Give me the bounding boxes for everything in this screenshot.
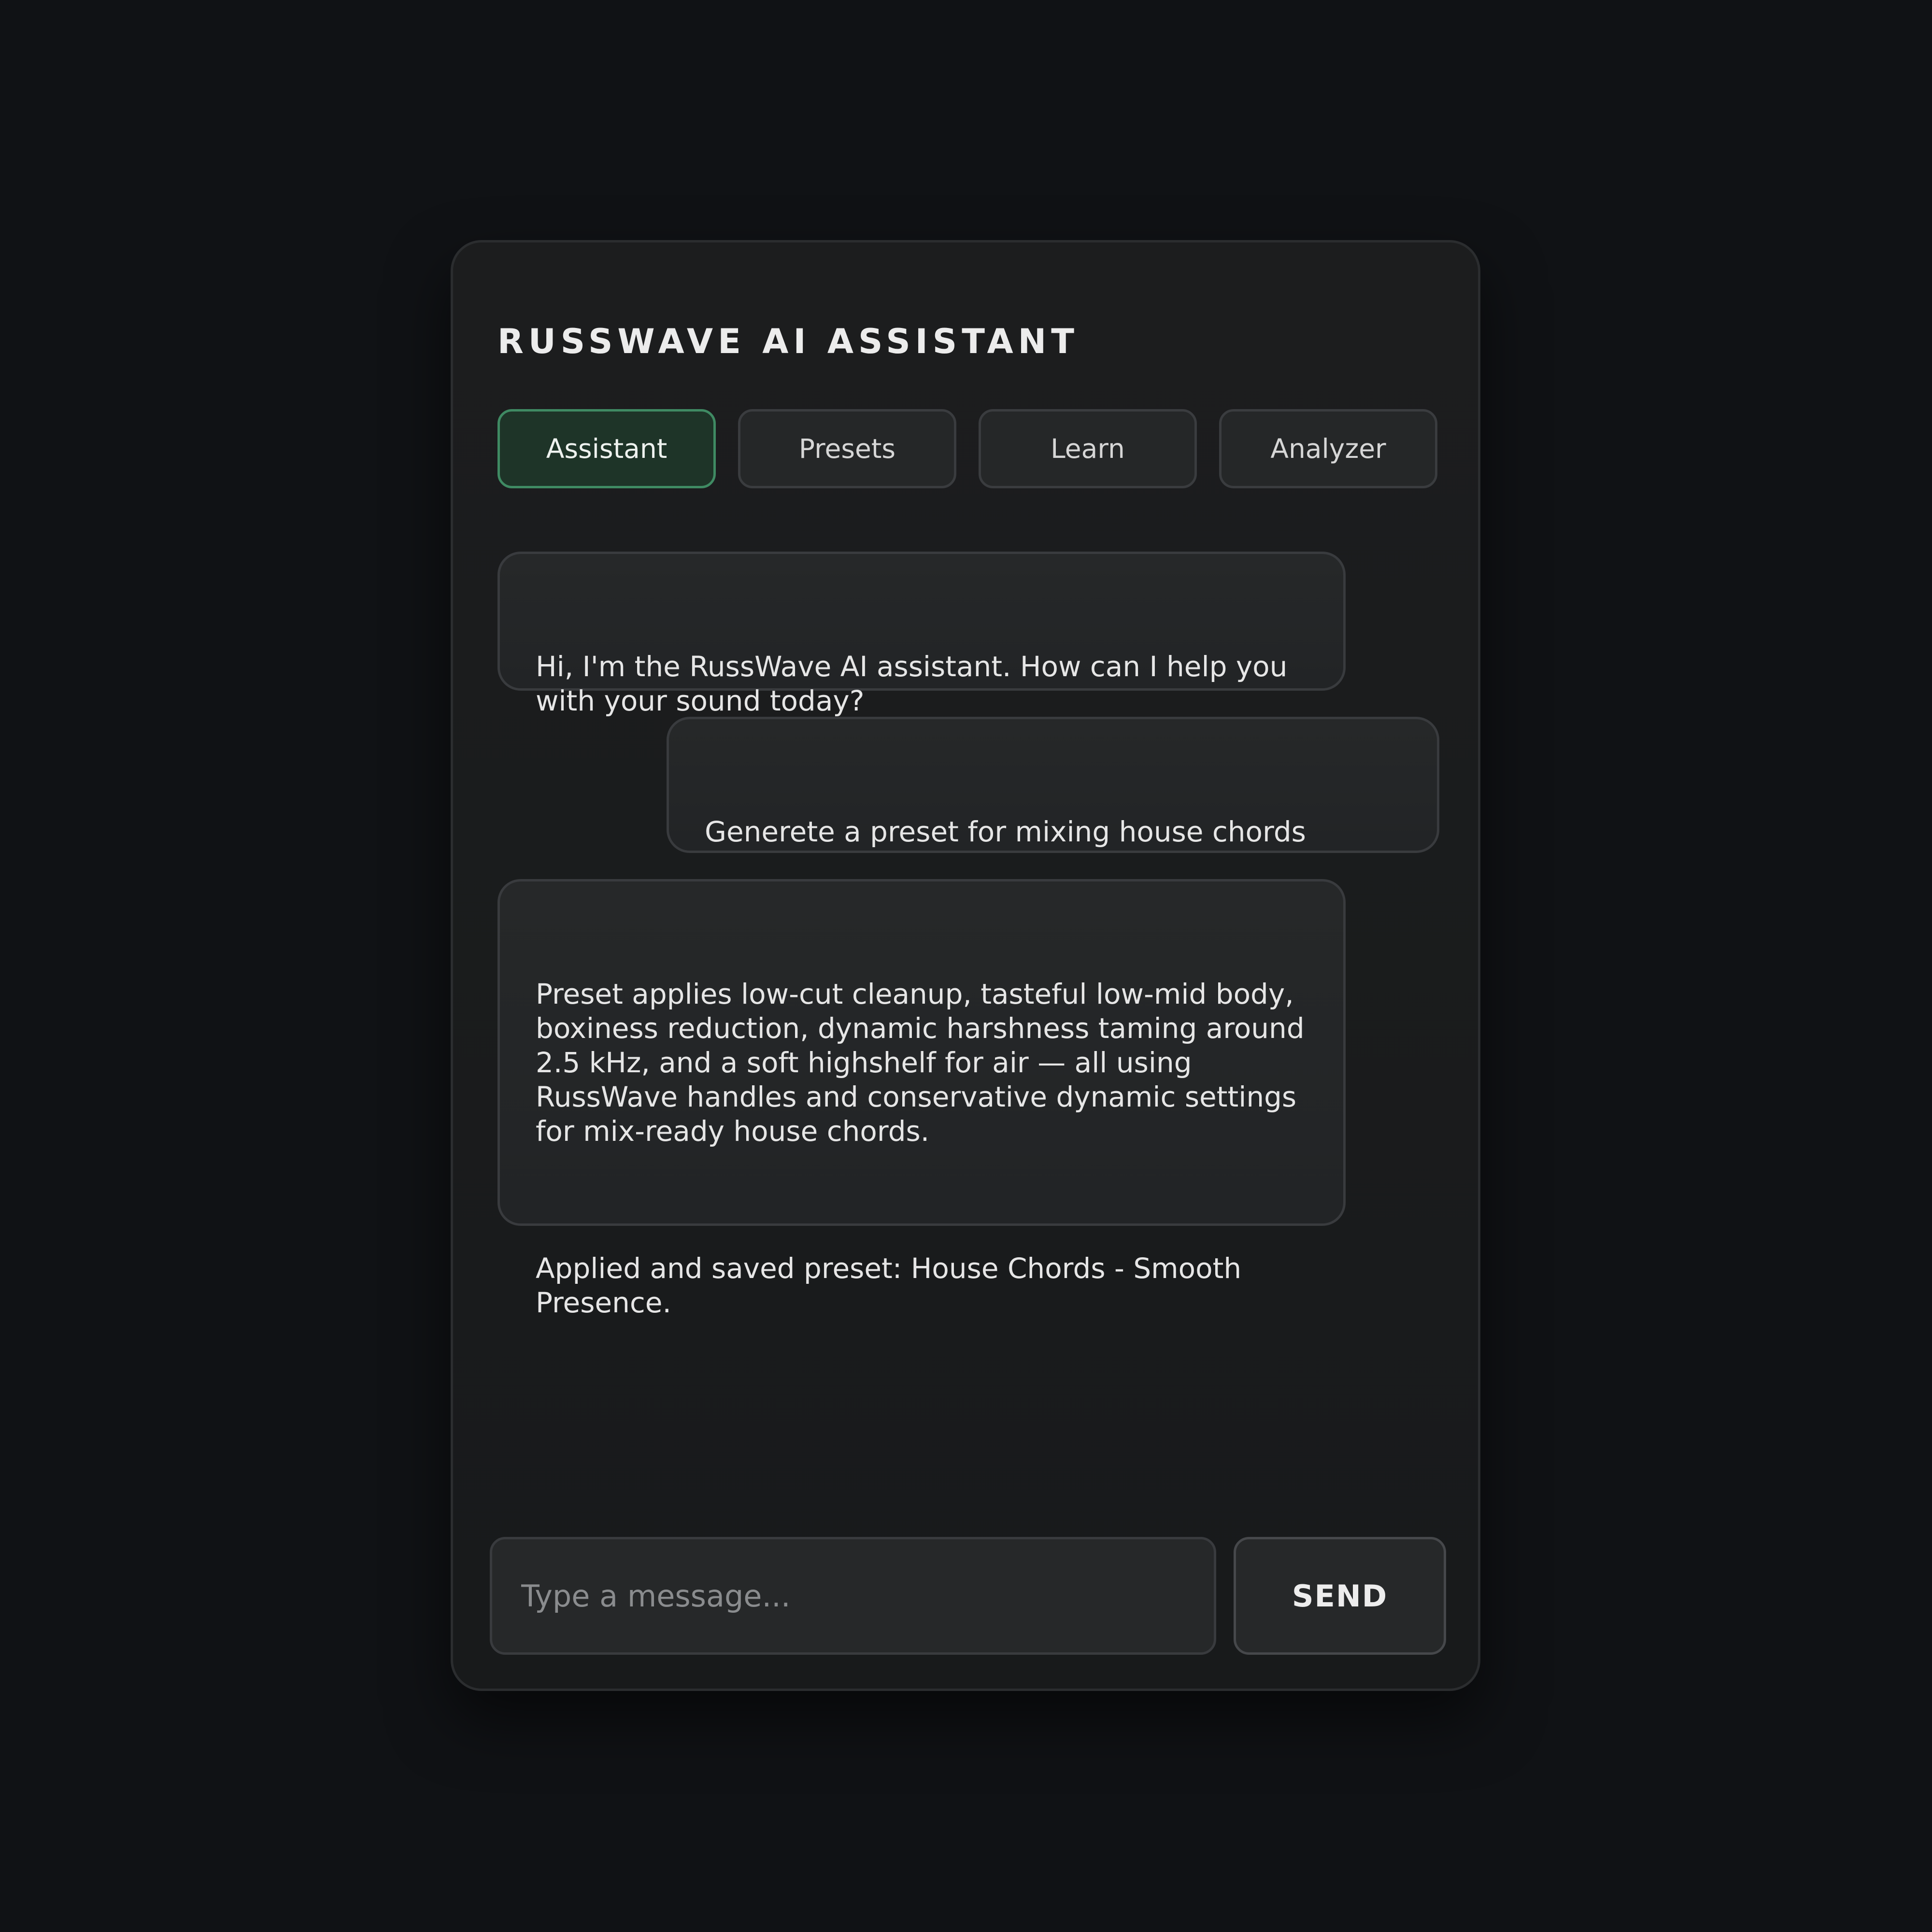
- user-message-bubble: Generete a preset for mixing house chord…: [667, 717, 1439, 853]
- message-text: Hi, I'm the RussWave AI assistant. How c…: [536, 650, 1296, 717]
- message-text: Generete a preset for mixing house chord…: [705, 815, 1306, 848]
- message-text: Preset applies low-cut cleanup, tasteful…: [536, 978, 1314, 1148]
- send-button[interactable]: SEND: [1234, 1537, 1446, 1655]
- message-input[interactable]: [490, 1537, 1216, 1655]
- assistant-panel: RUSSWAVE AI ASSISTANT Assistant Presets …: [451, 240, 1480, 1691]
- tab-presets[interactable]: Presets: [738, 409, 956, 488]
- tab-analyzer[interactable]: Analyzer: [1219, 409, 1437, 488]
- assistant-message-bubble: Preset applies low-cut cleanup, tasteful…: [497, 879, 1346, 1319]
- assistant-message-bubble: Hi, I'm the RussWave AI assistant. How c…: [497, 552, 1346, 717]
- message-text: Applied and saved preset: House Chords -…: [536, 1252, 1250, 1319]
- page-title: RUSSWAVE AI ASSISTANT: [497, 322, 1080, 361]
- tab-assistant[interactable]: Assistant: [497, 409, 716, 488]
- tab-learn[interactable]: Learn: [979, 409, 1197, 488]
- tab-bar: Assistant Presets Learn Analyzer: [497, 409, 1437, 488]
